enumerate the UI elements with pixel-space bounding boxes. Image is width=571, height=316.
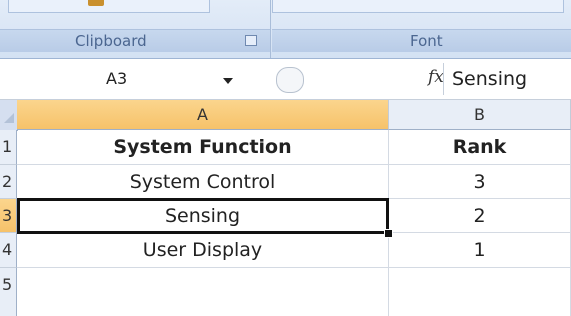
column-header-b[interactable]: B: [389, 100, 571, 130]
cell-b4[interactable]: 1: [389, 233, 571, 268]
cell-b1[interactable]: Rank: [389, 130, 571, 165]
select-all-button[interactable]: [0, 100, 18, 131]
clipboard-group: Clipboard: [0, 0, 271, 58]
cell-b3[interactable]: 2: [389, 199, 571, 233]
clipboard-group-label: Clipboard: [75, 32, 147, 50]
column-header-a[interactable]: A: [17, 100, 389, 130]
formula-input[interactable]: Sensing: [443, 63, 571, 95]
dialog-launcher-icon[interactable]: [245, 35, 257, 46]
cancel-entry-icon[interactable]: [276, 67, 304, 93]
row-header-2[interactable]: 2: [0, 165, 17, 199]
clipboard-group-footer: Clipboard: [0, 29, 270, 52]
font-group-label: Font: [410, 32, 443, 50]
insert-function-icon[interactable]: fx: [428, 67, 444, 87]
font-group: Font: [272, 0, 571, 58]
row-header-4[interactable]: 4: [0, 233, 17, 268]
name-box-value: A3: [106, 69, 128, 88]
row-header-5[interactable]: 5: [0, 268, 17, 316]
formula-bar: A3 fx Sensing: [0, 59, 571, 100]
cell-a3[interactable]: Sensing: [17, 199, 389, 233]
font-button-row[interactable]: [272, 0, 564, 13]
ribbon-button-row[interactable]: [8, 0, 210, 13]
row-header-3[interactable]: 3: [0, 199, 17, 233]
cell-b2[interactable]: 3: [389, 165, 571, 199]
format-painter-icon[interactable]: [88, 0, 104, 6]
cell-b5[interactable]: [389, 268, 571, 316]
ribbon: Clipboard Font: [0, 0, 571, 59]
font-group-footer: Font: [272, 29, 571, 52]
row-header-1[interactable]: 1: [0, 130, 17, 165]
chevron-down-icon[interactable]: [223, 78, 233, 84]
select-all-icon: [4, 113, 14, 123]
cell-a1[interactable]: System Function: [17, 130, 389, 165]
fill-handle[interactable]: [384, 229, 393, 238]
cell-a5[interactable]: [17, 268, 389, 316]
cell-a2[interactable]: System Control: [17, 165, 389, 199]
cell-a4[interactable]: User Display: [17, 233, 389, 268]
